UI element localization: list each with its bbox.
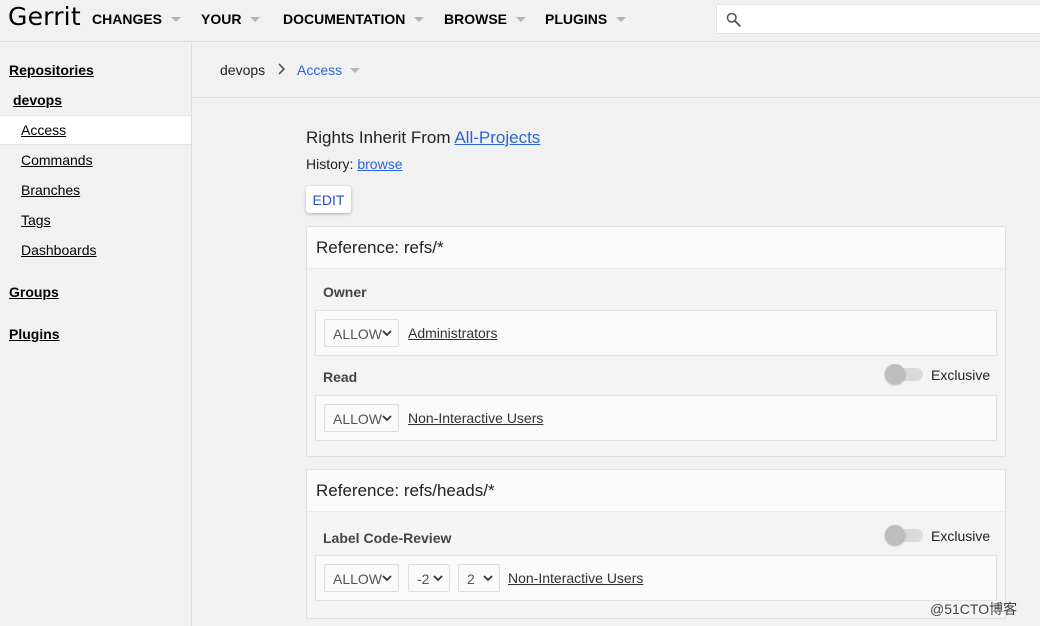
- breadcrumb: devops Access: [192, 43, 1040, 98]
- sidebar-groups[interactable]: Groups: [9, 284, 59, 300]
- rule-row: ALLOW Administrators: [315, 310, 997, 356]
- chevron-down-icon: [382, 330, 392, 337]
- group-link[interactable]: Non-Interactive Users: [408, 410, 543, 426]
- reference-title: Reference: refs/*: [316, 238, 444, 257]
- action-select[interactable]: ALLOW: [324, 319, 399, 347]
- chevron-down-icon: [483, 575, 493, 582]
- rights-inherit: Rights Inherit From All-Projects: [306, 128, 541, 147]
- permission-label: Label Code-Review: [323, 530, 452, 546]
- reference-card: Reference: refs/heads/* Label Code-Revie…: [306, 469, 1006, 619]
- chevron-down-icon: [433, 575, 443, 582]
- exclusive-label: Exclusive: [931, 367, 991, 383]
- chevron-down-icon: [250, 16, 261, 22]
- group-link[interactable]: Administrators: [408, 325, 497, 341]
- sidebar-item-tags[interactable]: Tags: [21, 212, 51, 228]
- action-select[interactable]: ALLOW: [324, 404, 399, 432]
- chevron-down-icon: [350, 67, 361, 73]
- exclusive-label: Exclusive: [931, 528, 991, 544]
- sidebar-item-access[interactable]: Access: [21, 122, 66, 138]
- edit-button[interactable]: EDIT: [306, 186, 351, 213]
- watermark: @51CTO博客: [930, 601, 1018, 617]
- sidebar-item-dashboards[interactable]: Dashboards: [21, 242, 97, 258]
- nav-changes[interactable]: CHANGES: [92, 11, 182, 27]
- sidebar-plugins[interactable]: Plugins: [9, 326, 60, 342]
- reference-title: Reference: refs/heads/*: [316, 481, 495, 500]
- exclusive-toggle[interactable]: [885, 364, 923, 384]
- chevron-down-icon: [382, 415, 392, 422]
- rule-row: ALLOW Non-Interactive Users: [315, 395, 997, 441]
- history-row: History: browse: [306, 156, 403, 172]
- sidebar-item-commands[interactable]: Commands: [21, 152, 93, 168]
- nav-documentation[interactable]: DOCUMENTATION: [283, 11, 425, 27]
- history-browse-link[interactable]: browse: [357, 156, 402, 172]
- min-value-select[interactable]: -2: [408, 564, 450, 592]
- permission-label: Owner: [323, 284, 367, 300]
- top-header: Gerrit CHANGES YOUR DOCUMENTATION BROWSE…: [0, 0, 1040, 42]
- breadcrumb-page-dropdown[interactable]: Access: [297, 62, 361, 78]
- search-input[interactable]: [716, 4, 1040, 34]
- nav-your[interactable]: YOUR: [201, 11, 261, 27]
- chevron-down-icon: [414, 16, 425, 22]
- reference-header: Reference: refs/heads/*: [307, 470, 1005, 512]
- group-link[interactable]: Non-Interactive Users: [508, 570, 643, 586]
- sidebar-repo-devops[interactable]: devops: [13, 92, 62, 108]
- reference-card: Reference: refs/* Owner ALLOW Administra…: [306, 226, 1006, 457]
- reference-header: Reference: refs/*: [307, 227, 1005, 269]
- inherit-link[interactable]: All-Projects: [454, 128, 540, 147]
- exclusive-toggle[interactable]: [885, 525, 923, 545]
- breadcrumb-repo: devops: [220, 62, 266, 78]
- chevron-down-icon: [516, 16, 526, 22]
- action-select[interactable]: ALLOW: [324, 564, 399, 592]
- chevron-right-icon: [278, 63, 286, 75]
- permission-label: Read: [323, 369, 358, 385]
- chevron-down-icon: [616, 16, 627, 22]
- rule-row: ALLOW -2 2 Non-Interactive Users: [315, 555, 997, 601]
- nav-browse[interactable]: BROWSE: [444, 11, 526, 27]
- sidebar-repositories[interactable]: Repositories: [9, 62, 94, 78]
- max-value-select[interactable]: 2: [458, 564, 500, 592]
- nav-plugins[interactable]: PLUGINS: [545, 11, 627, 27]
- gerrit-logo[interactable]: Gerrit: [8, 2, 81, 31]
- chevron-down-icon: [382, 575, 392, 582]
- sidebar: Repositories devops Access Commands Bran…: [0, 43, 192, 626]
- sidebar-item-branches[interactable]: Branches: [21, 182, 80, 198]
- search-icon: [726, 12, 741, 27]
- chevron-down-icon: [171, 16, 182, 22]
